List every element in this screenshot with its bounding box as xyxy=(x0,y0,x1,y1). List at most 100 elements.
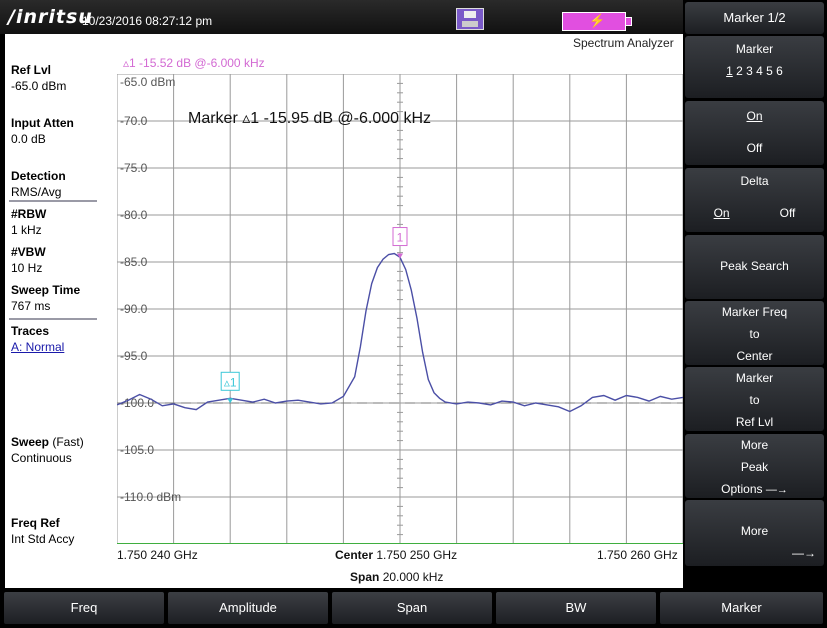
peak-search-button[interactable]: Peak Search xyxy=(685,235,824,299)
vbw-label: #VBW xyxy=(11,245,46,259)
delta-button[interactable]: Delta On Off xyxy=(685,168,824,232)
spectrum-graph[interactable]: -65.0 dBm -70.0 -75.0 -80.0 -85.0 -90.0 -95.0 -… xyxy=(117,74,683,544)
stop-frequency: 1.750 260 GHz xyxy=(597,548,678,562)
marker-number-list: 1 2 3 4 5 6 xyxy=(685,60,824,82)
marker-freq-line3: Center xyxy=(736,349,773,363)
center-frequency: Center 1.750 250 GHz xyxy=(335,548,457,562)
battery-icon: ⚡ xyxy=(562,12,626,31)
y-tick-label: -95.0 xyxy=(120,349,148,363)
y-tick-label: -70.0 xyxy=(120,114,148,128)
arrow-right-icon: —→ xyxy=(765,484,788,496)
ref-level-value: -65.0 dBm xyxy=(11,79,67,93)
spectrum-plot[interactable]: -65.0 dBm -70.0 -75.0 -80.0 -85.0 -90.0 -95.0 -… xyxy=(117,74,683,544)
y-tick-label: -65.0 dBm xyxy=(120,75,175,89)
span-frequency: Span 20.000 kHz xyxy=(350,570,443,584)
input-atten-label: Input Atten xyxy=(11,116,74,130)
marker-readout: Marker ▵1 -15.95 dB @-6.000 kHz xyxy=(188,110,432,127)
center-value: 1.750 250 GHz xyxy=(376,548,458,562)
y-tick-label: -110.0 dBm xyxy=(120,490,181,504)
more-peak-options-button[interactable]: More Peak Options —→ xyxy=(685,434,824,498)
amplitude-menu-button[interactable]: Amplitude xyxy=(168,592,328,624)
delta-options: On Off xyxy=(685,202,824,224)
detection-info[interactable]: Detection RMS/Avg xyxy=(11,168,66,200)
delta-marker-readout: ▵1 -15.52 dB @-6.000 kHz xyxy=(123,56,265,70)
detection-value: RMS/Avg xyxy=(11,185,62,199)
more-peak-line1: More xyxy=(740,438,769,452)
vbw-info[interactable]: #VBW 10 Hz xyxy=(11,244,46,276)
marker-others: 2 3 4 5 6 xyxy=(732,64,783,78)
y-tick-label: -90.0 xyxy=(120,302,148,316)
sweep-mode: (Fast) xyxy=(52,435,84,449)
divider xyxy=(9,318,97,320)
sweep-time-info[interactable]: Sweep Time 767 ms xyxy=(11,282,80,314)
marker-off-option: Off xyxy=(746,141,763,155)
bw-menu-button[interactable]: BW xyxy=(496,592,656,624)
marker-to-ref-lvl-button[interactable]: Marker to Ref Lvl xyxy=(685,367,824,431)
start-frequency: 1.750 240 GHz xyxy=(117,548,198,562)
traces-info[interactable]: Traces A: Normal xyxy=(11,323,64,355)
marker-label: 1 xyxy=(397,231,404,245)
marker-select-button[interactable]: Marker 1 2 3 4 5 6 xyxy=(685,36,824,98)
ref-level-info[interactable]: Ref Lvl -65.0 dBm xyxy=(11,62,66,94)
analyzer-display: Spectrum Analyzer Ref Lvl -65.0 dBm Inpu… xyxy=(5,34,683,588)
span-menu-button[interactable]: Span xyxy=(332,592,492,624)
datetime: 10/23/2016 08:27:12 pm xyxy=(82,14,213,28)
mode-label: Spectrum Analyzer xyxy=(573,36,674,50)
softkey-panel: Marker 1/2 Marker 1 2 3 4 5 6 On Off Del… xyxy=(683,0,827,588)
sweep-time-label: Sweep Time xyxy=(11,283,81,297)
input-atten-info[interactable]: Input Atten 0.0 dB xyxy=(11,115,74,147)
main-menu-bar: Freq Amplitude Span BW Marker xyxy=(0,588,827,628)
softkey-menu-title: Marker 1/2 xyxy=(685,2,824,34)
sweep-label: Sweep xyxy=(11,435,50,449)
center-label: Center xyxy=(335,548,374,562)
more-peak-options-label: Options xyxy=(721,482,763,496)
freq-ref-info[interactable]: Freq Ref Int Std Accy xyxy=(11,515,74,547)
delta-label: Delta xyxy=(740,174,769,188)
detection-label: Detection xyxy=(11,169,66,183)
freq-ref-value: Int Std Accy xyxy=(11,532,75,546)
marker-select-label: Marker xyxy=(735,42,774,56)
y-tick-label: -105.0 xyxy=(120,443,154,457)
peak-search-label: Peak Search xyxy=(720,259,789,273)
y-tick-label: -80.0 xyxy=(120,208,148,222)
marker-selected: 1 xyxy=(726,64,733,78)
marker-freq-line2: to xyxy=(749,327,760,341)
more-label: More xyxy=(740,524,769,538)
delta-off-option: Off xyxy=(779,206,796,220)
more-peak-line2: Peak xyxy=(740,460,769,474)
marker-on-option: On xyxy=(746,109,763,123)
more-button[interactable]: More —→ xyxy=(685,500,824,566)
marker-ref-line1: Marker xyxy=(735,371,774,385)
input-atten-value: 0.0 dB xyxy=(11,132,46,146)
freq-menu-button[interactable]: Freq xyxy=(4,592,164,624)
save-icon[interactable] xyxy=(456,8,484,30)
traces-value[interactable]: A: Normal xyxy=(11,340,64,354)
rbw-info[interactable]: #RBW 1 kHz xyxy=(11,206,46,238)
status-bar: /inritsu 10/23/2016 08:27:12 pm ⚡ xyxy=(0,0,683,34)
marker-ref-line2: to xyxy=(749,393,760,407)
ref-level-label: Ref Lvl xyxy=(11,63,52,77)
divider xyxy=(9,200,97,202)
vbw-value: 10 Hz xyxy=(11,261,43,275)
marker-menu-button[interactable]: Marker xyxy=(660,592,823,624)
rbw-value: 1 kHz xyxy=(11,223,42,237)
freq-ref-label: Freq Ref xyxy=(11,516,60,530)
delta-on-option: On xyxy=(713,206,730,220)
marker-label: ▵1 xyxy=(224,375,237,389)
anritsu-logo: /inritsu xyxy=(8,6,93,28)
span-label: Span xyxy=(350,570,380,584)
sweep-value: Continuous xyxy=(11,451,72,465)
marker-freq-to-center-button[interactable]: Marker Freq to Center xyxy=(685,301,824,365)
sweep-time-value: 767 ms xyxy=(11,299,51,313)
y-tick-label: -85.0 xyxy=(120,255,148,269)
traces-label: Traces xyxy=(11,324,50,338)
marker-on-off-button[interactable]: On Off xyxy=(685,101,824,165)
more-peak-line3: Options —→ xyxy=(685,478,824,500)
sweep-info[interactable]: Sweep (Fast) Continuous xyxy=(11,434,84,466)
battery-tip xyxy=(625,17,632,26)
marker-freq-line1: Marker Freq xyxy=(721,305,788,319)
span-value: 20.000 kHz xyxy=(382,570,444,584)
plug-icon: ⚡ xyxy=(589,13,606,28)
y-tick-label: -75.0 xyxy=(120,161,148,175)
rbw-label: #RBW xyxy=(11,207,47,221)
